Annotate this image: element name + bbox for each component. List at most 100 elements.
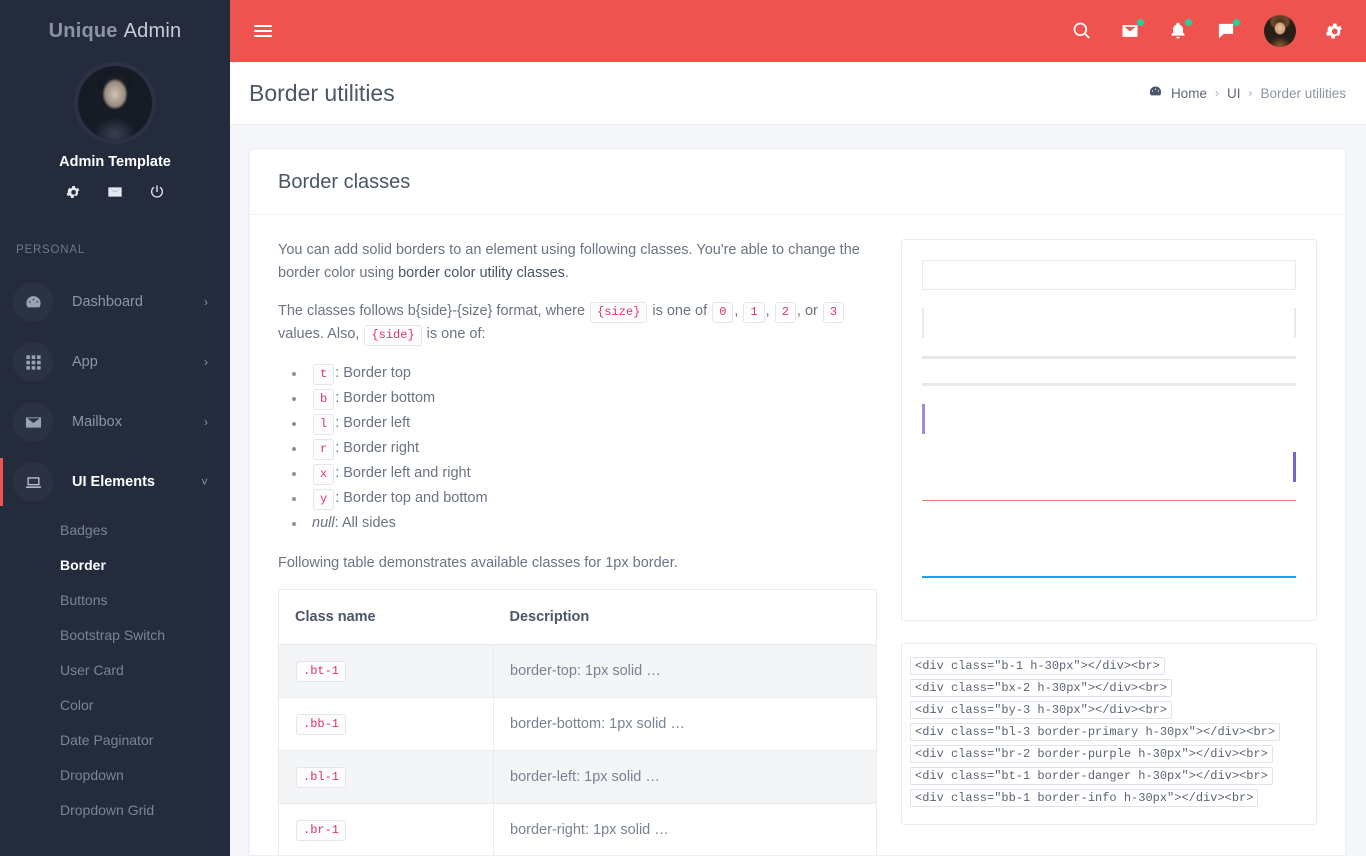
sidebar-item-border[interactable]: Border xyxy=(0,547,230,582)
side-desc-y: : Border top and bottom xyxy=(335,489,488,506)
topbar xyxy=(230,0,1366,62)
sidebar: Unique Admin Admin Template PERSONAL Das… xyxy=(0,0,230,856)
list-item: t: Border top xyxy=(292,361,877,386)
table-row: .bl-1 border-left: 1px solid … xyxy=(278,750,877,804)
bell-badge-dot xyxy=(1185,19,1192,26)
sidebar-item-mailbox[interactable]: Mailbox › xyxy=(0,392,230,452)
column-header-class-name: Class name xyxy=(278,588,494,645)
demo-by-3 xyxy=(922,356,1296,386)
side-desc-x: : Border left and right xyxy=(335,464,471,481)
home-dashboard-icon xyxy=(1148,84,1163,102)
profile-name: Admin Template xyxy=(59,154,171,170)
chevron-down-icon: ˅ xyxy=(200,475,208,489)
side-desc-b: : Border bottom xyxy=(335,389,436,406)
avatar[interactable] xyxy=(1264,15,1296,47)
side-code-null: null xyxy=(312,514,335,531)
size-value-0: 0 xyxy=(712,301,734,323)
border-color-utility-link[interactable]: border color utility classes xyxy=(398,265,565,281)
code-line: <div class="bt-1 border-danger h-30px"><… xyxy=(910,767,1273,785)
side-desc-r: : Border right xyxy=(335,439,420,456)
class-token: .br-1 xyxy=(296,819,347,841)
size-value-2: 2 xyxy=(774,301,796,323)
list-item: l: Border left xyxy=(292,411,877,436)
hamburger-menu-icon[interactable] xyxy=(254,22,272,40)
border-demo-panel xyxy=(901,239,1317,621)
intro-text-b: The classes follows b{side}-{size} forma… xyxy=(278,302,590,319)
code-line-wrap: <div class="by-3 h-30px"></div><br> xyxy=(910,700,1308,722)
breadcrumb: Home › UI › Border utilities xyxy=(1148,84,1346,102)
side-code-x: x xyxy=(313,463,335,485)
sidebar-item-user-card[interactable]: User Card xyxy=(0,652,230,687)
envelope-icon xyxy=(13,402,53,442)
sidebar-item-badges[interactable]: Badges xyxy=(0,512,230,547)
gear-icon[interactable] xyxy=(1324,21,1344,41)
content-area: Border classes You can add solid borders… xyxy=(230,125,1366,856)
code-line: <div class="by-3 h-30px"></div><br> xyxy=(910,701,1173,719)
grid-icon xyxy=(13,342,53,382)
sidebar-item-app[interactable]: App › xyxy=(0,332,230,392)
side-code-y: y xyxy=(313,488,335,510)
size-value-1: 1 xyxy=(743,301,765,323)
size-token: {size} xyxy=(590,301,648,323)
mail-icon[interactable] xyxy=(107,184,123,200)
intro-text-a-end: . xyxy=(564,265,569,282)
side-code-t: t xyxy=(313,363,335,385)
cell-class-name: .bl-1 xyxy=(278,750,494,804)
code-line: <div class="bb-1 border-info h-30px"></d… xyxy=(910,789,1259,807)
bell-icon[interactable] xyxy=(1168,19,1192,41)
sidebar-item-label: Mailbox xyxy=(72,414,122,430)
code-line: <div class="br-2 border-purple h-30px"><… xyxy=(910,745,1273,763)
cell-description: border-top: 1px solid … xyxy=(493,644,877,698)
mail-icon[interactable] xyxy=(1120,19,1144,41)
table-body: .bt-1 border-top: 1px solid … .bb-1 bord… xyxy=(278,644,877,856)
chevron-right-icon: › xyxy=(204,295,208,309)
breadcrumb-home[interactable]: Home xyxy=(1171,86,1207,101)
breadcrumb-ui[interactable]: UI xyxy=(1227,86,1241,101)
side-code-r: r xyxy=(313,438,335,460)
card-body: You can add solid borders to an element … xyxy=(250,215,1345,856)
demo-bt-1-danger xyxy=(922,500,1296,530)
code-line-wrap: <div class="bt-1 border-danger h-30px"><… xyxy=(910,766,1308,788)
sidebar-profile: Admin Template xyxy=(0,62,230,222)
side-desc-l: : Border left xyxy=(335,414,411,431)
search-icon[interactable] xyxy=(1072,21,1092,41)
cell-description: border-left: 1px solid … xyxy=(493,750,877,804)
brand-logo[interactable]: Unique Admin xyxy=(0,0,230,62)
sidebar-item-bootstrap-switch[interactable]: Bootstrap Switch xyxy=(0,617,230,652)
sidebar-item-color[interactable]: Color xyxy=(0,687,230,722)
column-header-description: Description xyxy=(493,588,877,645)
code-line: <div class="bx-2 h-30px"></div><br> xyxy=(910,679,1173,697)
brand-primary: Unique xyxy=(48,19,118,42)
sidebar-item-dropdown[interactable]: Dropdown xyxy=(0,757,230,792)
gear-icon[interactable] xyxy=(65,184,81,200)
size-value-3: 3 xyxy=(822,301,845,323)
sidebar-item-dashboard[interactable]: Dashboard › xyxy=(0,272,230,332)
list-item: r: Border right xyxy=(292,436,877,461)
chevron-right-icon: › xyxy=(204,415,208,429)
power-icon[interactable] xyxy=(149,184,165,200)
docs-column: You can add solid borders to an element … xyxy=(278,239,901,856)
code-line-wrap: <div class="bx-2 h-30px"></div><br> xyxy=(910,678,1308,700)
sidebar-item-date-paginator[interactable]: Date Paginator xyxy=(0,722,230,757)
preview-column: <div class="b-1 h-30px"></div><br> <div … xyxy=(901,239,1317,856)
topbar-actions xyxy=(1072,15,1344,47)
avatar[interactable] xyxy=(78,66,152,140)
mail-badge-dot xyxy=(1137,19,1144,26)
sidebar-item-dropdown-grid[interactable]: Dropdown Grid xyxy=(0,792,230,827)
table-row: .bb-1 border-bottom: 1px solid … xyxy=(278,697,877,751)
code-line-wrap: <div class="b-1 h-30px"></div><br> xyxy=(910,656,1308,678)
card-title: Border classes xyxy=(278,171,411,193)
cell-class-name: .bt-1 xyxy=(278,644,494,698)
sidebar-item-buttons[interactable]: Buttons xyxy=(0,582,230,617)
cell-class-name: .br-1 xyxy=(278,803,494,856)
code-line-wrap: <div class="bl-3 border-primary h-30px">… xyxy=(910,722,1308,744)
chat-icon[interactable] xyxy=(1216,19,1240,41)
class-token: .bb-1 xyxy=(296,713,347,735)
table-row: .br-1 border-right: 1px solid … xyxy=(278,803,877,856)
sidebar-item-ui-elements[interactable]: UI Elements ˅ xyxy=(0,452,230,512)
border-classes-card: Border classes You can add solid borders… xyxy=(249,149,1346,856)
brand-secondary: Admin xyxy=(123,19,182,42)
table-intro-paragraph: Following table demonstrates available c… xyxy=(278,554,678,571)
list-item: y: Border top and bottom xyxy=(292,486,877,511)
cell-description: border-right: 1px solid … xyxy=(493,803,877,856)
